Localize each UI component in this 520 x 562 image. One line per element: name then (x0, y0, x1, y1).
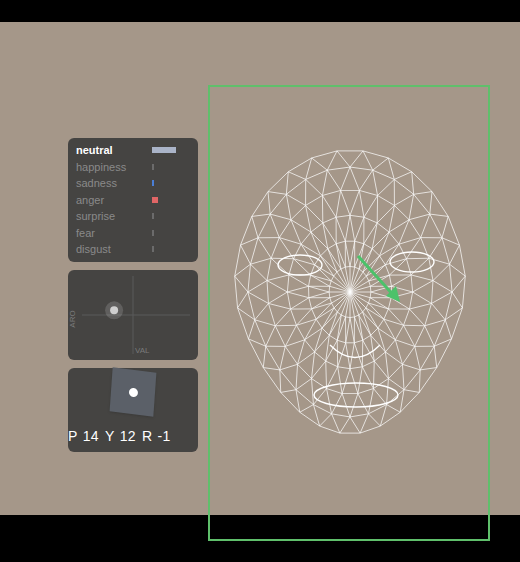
emotion-bar-fill (152, 180, 154, 186)
pose-readout: P14 Y12 R-1 (68, 414, 171, 444)
arousal-axis-label: ARO (68, 310, 78, 327)
emotion-row: neutral (76, 142, 190, 159)
emotion-bar-track (152, 164, 190, 170)
pose-value: P14 (68, 428, 99, 444)
emotion-label: sadness (76, 176, 148, 190)
emotion-row: fear (76, 225, 190, 242)
top-strip (0, 0, 520, 22)
emotion-bar-fill (152, 197, 158, 203)
emotion-bar-track (152, 246, 190, 252)
emotion-bar-track (152, 197, 190, 203)
emotion-panel: neutral happiness sadness anger surprise fear… (68, 138, 198, 262)
emotion-label: fear (76, 226, 148, 240)
pose-value: R-1 (142, 428, 171, 444)
emotion-bar-fill (152, 147, 176, 153)
emotion-label: surprise (76, 209, 148, 223)
pose-cube-icon (110, 367, 157, 416)
emotion-row: sadness (76, 175, 190, 192)
emotion-bar-track (152, 147, 190, 153)
affect-chart: ARO VAL (68, 270, 198, 360)
emotion-bar-track (152, 180, 190, 186)
emotion-bar-fill (152, 246, 154, 252)
pose-value: Y12 (105, 428, 136, 444)
emotion-bar-fill (152, 164, 154, 170)
valence-axis-label: VAL (135, 346, 150, 356)
app: neutral happiness sadness anger surprise fear… (0, 0, 520, 562)
emotion-bar-fill (152, 213, 154, 219)
emotion-row: happiness (76, 159, 190, 176)
head-pose-panel: P14 Y12 R-1 (68, 368, 198, 452)
affect-plot (68, 270, 198, 360)
gaze-arrow-icon (358, 256, 400, 302)
emotion-row: disgust (76, 241, 190, 258)
bottom-strip (0, 515, 520, 562)
emotion-label: happiness (76, 160, 148, 174)
emotion-label: anger (76, 193, 148, 207)
emotion-bar-track (152, 230, 190, 236)
emotion-label: disgust (76, 242, 148, 256)
emotion-bar-track (152, 213, 190, 219)
emotion-bar-fill (152, 230, 154, 236)
overlay-panels: neutral happiness sadness anger surprise fear… (68, 138, 198, 452)
emotion-row: anger (76, 192, 190, 209)
face-bounding-box (208, 85, 490, 541)
emotion-row: surprise (76, 208, 190, 225)
emotion-label: neutral (76, 143, 148, 157)
